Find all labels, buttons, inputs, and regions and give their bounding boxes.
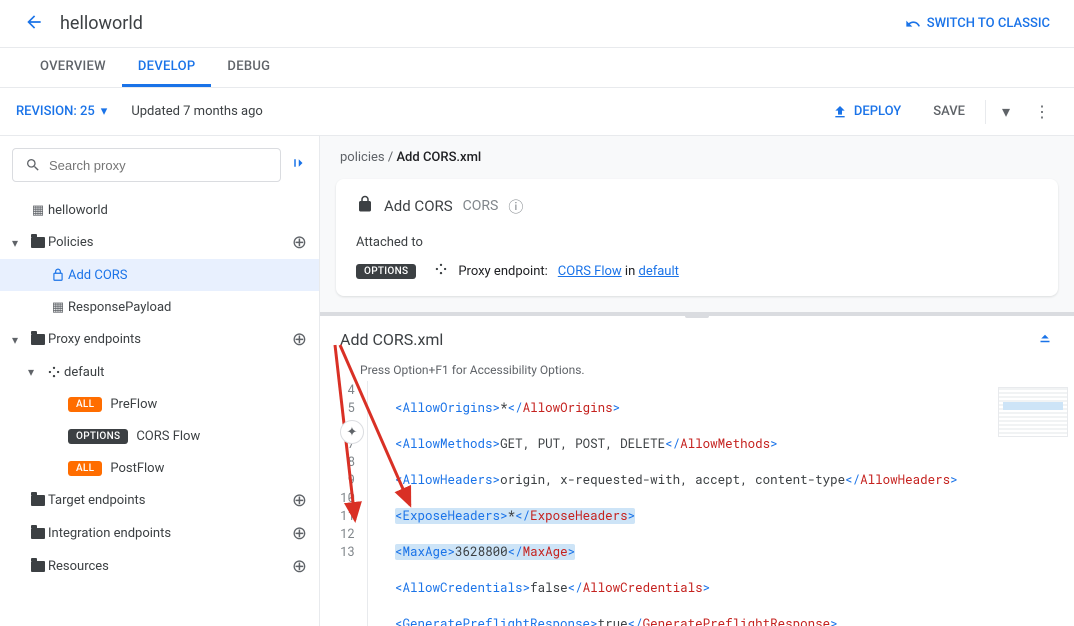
page-header: helloworld SWITCH TO CLASSIC xyxy=(0,0,1074,48)
tree-preflow[interactable]: ALL PreFlow xyxy=(0,388,319,420)
main-area: ▦ helloworld ▾ Policies ⊕ Add CORS ▦ Res… xyxy=(0,136,1074,626)
lock-icon xyxy=(48,268,68,282)
tree-response-payload[interactable]: ▦ ResponsePayload xyxy=(0,291,319,323)
divider xyxy=(985,100,986,124)
search-input[interactable] xyxy=(49,158,268,173)
page-title: helloworld xyxy=(60,13,905,34)
more-menu-button[interactable]: ⋮ xyxy=(1026,96,1058,127)
revision-dropdown[interactable]: REVISION: 25 ▾ xyxy=(16,104,107,119)
save-button[interactable]: SAVE xyxy=(921,98,977,125)
search-icon xyxy=(25,157,41,173)
deploy-button[interactable]: DEPLOY xyxy=(820,98,913,126)
chevron-down-icon: ▾ xyxy=(28,365,44,379)
chevron-down-icon: ▾ xyxy=(101,104,108,119)
attached-to-label: Attached to xyxy=(356,235,1038,250)
chevron-down-icon: ▾ xyxy=(12,333,28,347)
deploy-icon xyxy=(832,104,848,120)
proxy-tree: ▦ helloworld ▾ Policies ⊕ Add CORS ▦ Res… xyxy=(0,194,319,583)
folder-icon xyxy=(28,334,48,345)
sidebar: ▦ helloworld ▾ Policies ⊕ Add CORS ▦ Res… xyxy=(0,136,320,626)
default-link[interactable]: default xyxy=(638,264,678,279)
grid-icon: ▦ xyxy=(28,203,48,218)
cors-flow-link[interactable]: CORS Flow xyxy=(558,264,622,279)
line-gutter: 4 5 6 7 8 9 10 11 12 13 xyxy=(320,381,368,626)
save-dropdown-button[interactable]: ▾ xyxy=(994,96,1018,127)
tab-overview[interactable]: OVERVIEW xyxy=(24,48,122,87)
breadcrumb: policies / Add CORS.xml xyxy=(320,136,1074,179)
policy-title: Add CORS xyxy=(384,197,453,215)
main-tabs: OVERVIEW DEVELOP DEBUG xyxy=(0,48,1074,88)
folder-icon xyxy=(28,528,48,539)
folder-icon xyxy=(28,495,48,506)
tab-develop[interactable]: DEVELOP xyxy=(122,48,212,87)
tree-default-endpoint[interactable]: ▾ default xyxy=(0,356,319,388)
folder-icon xyxy=(28,237,48,248)
sparkle-assist-button[interactable]: ✦ xyxy=(340,420,364,444)
add-policy-button[interactable]: ⊕ xyxy=(292,232,307,253)
editor-title: Add CORS.xml xyxy=(340,330,1036,349)
tree-resources[interactable]: Resources ⊕ xyxy=(0,550,319,583)
chevron-down-icon: ▾ xyxy=(12,236,28,250)
lock-icon xyxy=(356,195,374,217)
policy-card: Add CORS CORS ⓘ Attached to OPTIONS Prox… xyxy=(336,179,1058,296)
switch-to-classic-button[interactable]: SWITCH TO CLASSIC xyxy=(905,16,1050,32)
content-area: policies / Add CORS.xml Add CORS CORS ⓘ … xyxy=(320,136,1074,626)
drag-handle[interactable] xyxy=(685,314,709,318)
updated-text: Updated 7 months ago xyxy=(131,104,263,119)
tree-integration-endpoints[interactable]: Integration endpoints ⊕ xyxy=(0,517,319,550)
add-resource-button[interactable]: ⊕ xyxy=(292,556,307,577)
add-endpoint-button[interactable]: ⊕ xyxy=(292,329,307,350)
editor-hint: Press Option+F1 for Accessibility Option… xyxy=(320,363,1074,381)
attached-to-row: OPTIONS Proxy endpoint: CORS Flow in def… xyxy=(356,262,1038,280)
badge-all: ALL xyxy=(68,461,102,476)
code-editor[interactable]: 4 5 6 7 8 9 10 11 12 13 <AllowOrigins>*<… xyxy=(320,381,1074,626)
badge-options: OPTIONS xyxy=(68,429,128,444)
add-target-button[interactable]: ⊕ xyxy=(292,490,307,511)
tab-debug[interactable]: DEBUG xyxy=(211,48,286,87)
add-integration-button[interactable]: ⊕ xyxy=(292,523,307,544)
code-content[interactable]: <AllowOrigins>*</AllowOrigins> <AllowMet… xyxy=(368,381,1074,626)
grid-icon: ▦ xyxy=(48,300,68,315)
tree-add-cors[interactable]: Add CORS xyxy=(0,259,319,291)
tree-cors-flow[interactable]: OPTIONS CORS Flow xyxy=(0,420,319,452)
collapse-sidebar-icon[interactable] xyxy=(289,154,307,177)
tree-target-endpoints[interactable]: Target endpoints ⊕ xyxy=(0,484,319,517)
tree-postflow[interactable]: ALL PostFlow xyxy=(0,452,319,484)
badge-all: ALL xyxy=(68,397,102,412)
folder-icon xyxy=(28,561,48,572)
diamond-icon xyxy=(434,262,448,280)
policy-type: CORS xyxy=(463,198,499,214)
tree-policies[interactable]: ▾ Policies ⊕ xyxy=(0,226,319,259)
minimap[interactable] xyxy=(998,387,1068,437)
diamond-icon xyxy=(44,365,64,379)
undo-icon xyxy=(905,16,921,32)
search-box[interactable] xyxy=(12,148,281,182)
badge-options: OPTIONS xyxy=(356,264,416,279)
back-arrow-icon[interactable] xyxy=(24,10,44,38)
collapse-editor-icon[interactable] xyxy=(1036,328,1054,351)
editor-section: Add CORS.xml Press Option+F1 for Accessi… xyxy=(320,312,1074,626)
tree-proxy-endpoints[interactable]: ▾ Proxy endpoints ⊕ xyxy=(0,323,319,356)
tree-root[interactable]: ▦ helloworld xyxy=(0,194,319,226)
toolbar: REVISION: 25 ▾ Updated 7 months ago DEPL… xyxy=(0,88,1074,136)
info-icon[interactable]: ⓘ xyxy=(508,196,523,217)
